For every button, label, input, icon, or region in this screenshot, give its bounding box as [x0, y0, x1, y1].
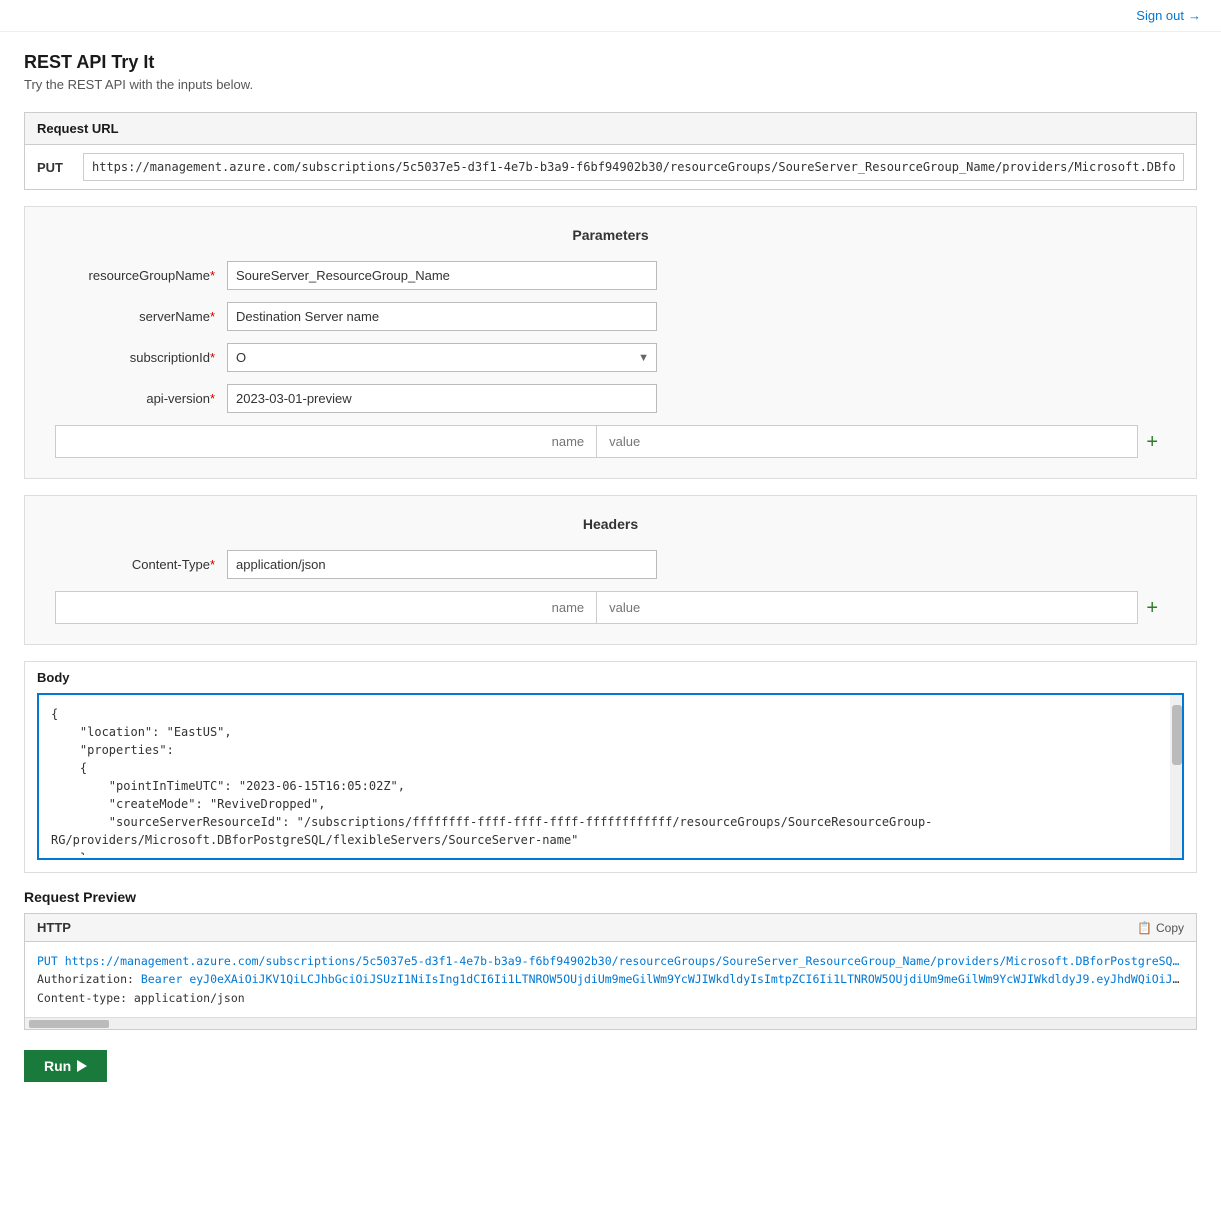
param-label-contenttype: Content-Type* — [55, 557, 215, 572]
parameters-title: Parameters — [55, 227, 1166, 243]
required-star: * — [210, 268, 215, 283]
header-name-input[interactable] — [56, 592, 596, 623]
subscriptionid-select[interactable]: O — [227, 343, 657, 372]
request-preview-section: Request Preview HTTP 📋 Copy PUT https://… — [24, 889, 1197, 1030]
body-textarea[interactable]: { "location": "EastUS", "properties": { … — [39, 695, 1182, 855]
required-star-2: * — [210, 309, 215, 324]
preview-content-line: Content-type: application/json — [37, 989, 1184, 1007]
request-url-section: Request URL PUT — [24, 112, 1197, 190]
body-textarea-wrapper: { "location": "EastUS", "properties": { … — [37, 693, 1184, 860]
required-star-5: * — [210, 557, 215, 572]
preview-put-line: PUT https://management.azure.com/subscri… — [37, 952, 1184, 970]
param-custom-row: + — [55, 425, 1166, 458]
param-row-apiversion: api-version* — [55, 384, 1166, 413]
param-value-container — [597, 425, 1138, 458]
auth-val: Bearer eyJ0eXAiOiJKV1QiLCJhbGciOiJSUzI1N… — [141, 972, 1184, 986]
param-label-subscriptionid: subscriptionId* — [55, 350, 215, 365]
param-label-apiversion: api-version* — [55, 391, 215, 406]
copy-button[interactable]: 📋 Copy — [1137, 921, 1184, 935]
preview-scrollbar[interactable] — [25, 1017, 1196, 1029]
parameters-section: Parameters resourceGroupName* serverName… — [24, 206, 1197, 479]
run-play-icon — [77, 1060, 87, 1072]
body-section: Body { "location": "EastUS", "properties… — [24, 661, 1197, 873]
preview-box: HTTP 📋 Copy PUT https://management.azure… — [24, 913, 1197, 1030]
param-row-servername: serverName* — [55, 302, 1166, 331]
required-star-3: * — [210, 350, 215, 365]
param-input-servername[interactable] — [227, 302, 657, 331]
required-star-4: * — [210, 391, 215, 406]
preview-header: HTTP 📋 Copy — [25, 914, 1196, 942]
param-add-button[interactable]: + — [1138, 432, 1166, 452]
param-value-input[interactable] — [597, 426, 1137, 457]
header-custom-row: + — [55, 591, 1166, 624]
sign-out-link[interactable]: Sign out → — [1136, 8, 1201, 23]
param-name-input[interactable] — [56, 426, 596, 457]
header-value-container — [597, 591, 1138, 624]
preview-scrollbar-thumb — [29, 1020, 109, 1028]
top-bar: Sign out → — [0, 0, 1221, 32]
page-container: Sign out → REST API Try It Try the REST … — [0, 0, 1221, 1231]
param-input-resourcegroupname[interactable] — [227, 261, 657, 290]
run-button[interactable]: Run — [24, 1050, 107, 1082]
request-url-label: Request URL — [25, 113, 1196, 145]
body-label: Body — [25, 662, 1196, 693]
param-label-resourcegroupname: resourceGroupName* — [55, 268, 215, 283]
param-input-contenttype[interactable] — [227, 550, 657, 579]
copy-label: Copy — [1156, 921, 1184, 935]
headers-title: Headers — [55, 516, 1166, 532]
auth-key: Authorization: — [37, 972, 141, 986]
url-input[interactable] — [83, 153, 1184, 181]
page-title: REST API Try It — [24, 52, 1197, 73]
preview-content: PUT https://management.azure.com/subscri… — [25, 942, 1196, 1017]
param-row-resourcegroupname: resourceGroupName* — [55, 261, 1166, 290]
param-row-contenttype: Content-Type* — [55, 550, 1166, 579]
sign-out-label: Sign out — [1136, 8, 1184, 23]
subscriptionid-select-wrapper: O ▼ — [227, 343, 657, 372]
body-scrollbar[interactable] — [1170, 695, 1182, 858]
preview-auth-line: Authorization: Bearer eyJ0eXAiOiJKV1QiLC… — [37, 970, 1184, 988]
main-content: REST API Try It Try the REST API with th… — [0, 32, 1221, 1102]
run-label: Run — [44, 1058, 71, 1074]
method-badge: PUT — [37, 160, 73, 175]
param-input-apiversion[interactable] — [227, 384, 657, 413]
copy-icon: 📋 — [1137, 921, 1152, 935]
request-preview-title: Request Preview — [24, 889, 1197, 905]
param-name-container — [55, 425, 597, 458]
param-label-servername: serverName* — [55, 309, 215, 324]
headers-section: Headers Content-Type* + — [24, 495, 1197, 645]
page-subtitle: Try the REST API with the inputs below. — [24, 77, 1197, 92]
param-row-subscriptionid: subscriptionId* O ▼ — [55, 343, 1166, 372]
preview-http-label: HTTP — [37, 920, 71, 935]
header-value-input[interactable] — [597, 592, 1137, 623]
header-name-container — [55, 591, 597, 624]
request-url-row: PUT — [25, 145, 1196, 189]
header-add-button[interactable]: + — [1138, 598, 1166, 618]
body-scrollbar-thumb — [1172, 705, 1182, 765]
sign-out-icon: → — [1188, 8, 1201, 23]
